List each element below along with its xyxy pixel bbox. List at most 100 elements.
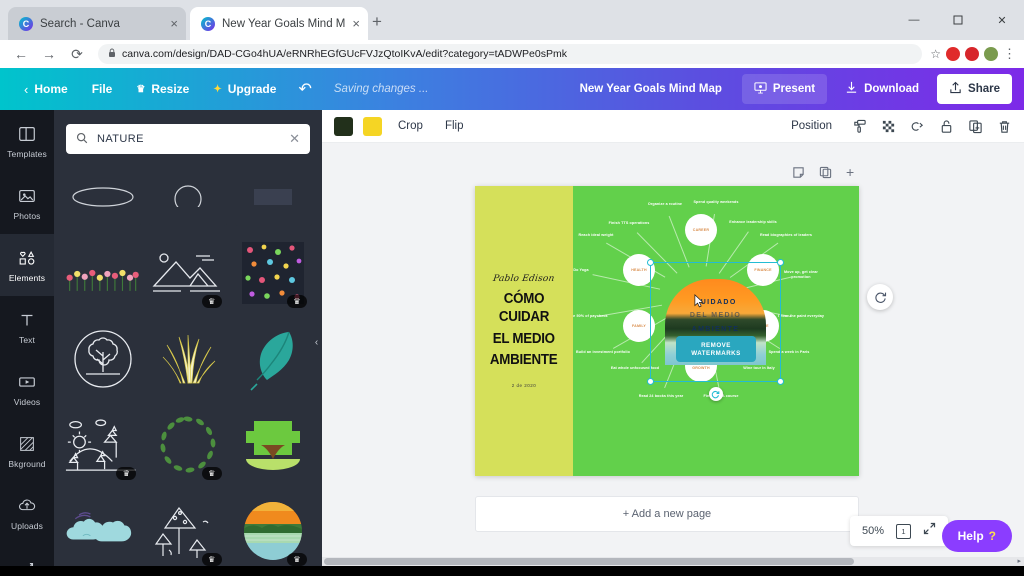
file-menu-button[interactable]: File [80, 76, 125, 102]
lock-icon[interactable] [939, 119, 954, 134]
resize-handle-top-right[interactable] [777, 259, 784, 266]
duplicate-icon[interactable] [968, 119, 983, 134]
minimize-button[interactable]: — [892, 0, 936, 40]
help-button[interactable]: Help ? [941, 520, 1012, 552]
resize-handle-bottom-left[interactable] [647, 378, 654, 385]
trash-icon[interactable] [997, 119, 1012, 134]
element-results-grid[interactable]: ♛ ♛ ♛ ♛ ♛ ♛ [54, 162, 322, 576]
scrollbar-thumb[interactable] [324, 558, 854, 565]
mindmap-leaf-label[interactable]: Read 24 books this year [634, 394, 688, 399]
maximize-button[interactable] [936, 0, 980, 40]
horizontal-scrollbar[interactable]: ▸ [322, 557, 1024, 566]
element-thumb-landscape-line[interactable]: ♛ [64, 406, 141, 484]
expand-icon[interactable] [923, 522, 936, 540]
screen-bottom-bar [0, 566, 1024, 576]
topbar-right-group: New Year Goals Mind Map Present Download… [580, 74, 1012, 104]
home-button[interactable]: ‹ Home [12, 76, 80, 103]
element-thumb-blue-clouds[interactable] [64, 492, 141, 570]
mindmap-leaf-label[interactable]: Build an investment portfolio [576, 350, 630, 355]
search-input[interactable]: NATURE ✕ [66, 124, 310, 154]
resize-handle-bottom-right[interactable] [777, 378, 784, 385]
transparency-icon[interactable] [881, 119, 896, 134]
element-thumb-teal-leaf[interactable] [235, 320, 312, 398]
bookmark-star-icon[interactable]: ☆ [930, 47, 941, 61]
extension-icon-1[interactable] [946, 47, 960, 61]
download-button[interactable]: Download [833, 74, 931, 104]
page-indicator[interactable]: 1 [896, 523, 911, 539]
close-window-button[interactable]: ✕ [980, 0, 1024, 40]
zoom-level[interactable]: 50% [862, 525, 884, 537]
browser-menu-icon[interactable]: ⋮ [1003, 46, 1016, 62]
sidebar-item-templates[interactable]: Templates [0, 110, 54, 172]
mindmap-leaf-label[interactable]: Do Yoga [573, 268, 608, 273]
mindmap-leaf-label[interactable]: Save 50% of paycheck [573, 314, 614, 319]
notes-icon[interactable] [792, 166, 805, 184]
duplicate-page-icon[interactable] [819, 166, 832, 184]
back-icon[interactable]: ← [8, 42, 34, 66]
resize-button[interactable]: ♛ Resize [124, 76, 201, 102]
sidebar-item-background[interactable]: Bkground [0, 420, 54, 482]
mindmap-leaf-label[interactable]: Organize a routine [638, 202, 692, 207]
rotate-handle[interactable] [708, 387, 723, 401]
element-thumb-floral-pattern[interactable]: ♛ [235, 234, 312, 312]
mindmap-node[interactable]: CAREER [685, 214, 717, 246]
sidebar-item-videos[interactable]: Videos [0, 358, 54, 420]
selection-bounding-box[interactable] [647, 259, 784, 401]
sidebar-item-text[interactable]: Text [0, 296, 54, 358]
clear-search-icon[interactable]: ✕ [289, 131, 300, 147]
element-thumb-leaf-wreath[interactable]: ♛ [149, 406, 226, 484]
element-thumb-mushroom-sketch[interactable]: ♛ [149, 492, 226, 570]
refresh-icon[interactable] [867, 284, 893, 310]
reload-icon[interactable]: ⟳ [64, 42, 90, 66]
sidebar-item-elements[interactable]: Elements [0, 234, 54, 296]
crop-button[interactable]: Crop [392, 116, 429, 136]
adblock-extension-icon[interactable] [965, 47, 979, 61]
resize-handle-top-left[interactable] [647, 259, 654, 266]
home-label: Home [34, 82, 68, 96]
upgrade-button[interactable]: ✦ Upgrade [201, 76, 288, 102]
address-bar[interactable]: canva.com/design/DAD-CGo4hUA/eRNRhEGfGUc… [98, 44, 923, 64]
element-thumb-mountain-line[interactable]: ♛ [149, 234, 226, 312]
mindmap-leaf-label[interactable]: I hour the paint everyday [774, 314, 828, 319]
browser-tab-1[interactable]: C Search - Canva × [8, 7, 186, 40]
present-button[interactable]: Present [741, 74, 828, 104]
flip-button[interactable]: Flip [439, 116, 470, 136]
tab-close-icon[interactable]: × [352, 17, 360, 30]
new-tab-button[interactable]: + [372, 13, 382, 30]
sidebar-item-photos[interactable]: Photos [0, 172, 54, 234]
share-button[interactable]: Share [937, 74, 1012, 104]
mindmap-leaf-label[interactable]: Reach ideal weight [573, 233, 623, 238]
mindmap-leaf-label[interactable]: Enhance leadership skills [726, 220, 780, 225]
color-swatch-secondary[interactable] [363, 116, 382, 136]
position-button[interactable]: Position [785, 116, 838, 136]
undo-button[interactable]: ↶ [288, 75, 321, 103]
scroll-right-arrow-icon[interactable]: ▸ [1017, 557, 1021, 565]
link-icon[interactable] [910, 119, 925, 134]
element-thumb[interactable] [149, 162, 227, 226]
element-thumb[interactable] [234, 162, 312, 226]
element-thumb-green-tree[interactable] [235, 406, 312, 484]
document-title[interactable]: New Year Goals Mind Map [580, 83, 722, 95]
canvas-script-text: Pablo Edison [492, 274, 556, 285]
mindmap-leaf-label[interactable]: Spend quality weekends [689, 200, 743, 205]
profile-avatar[interactable] [984, 47, 998, 61]
element-thumb-tree-badge[interactable] [64, 320, 141, 398]
canvas-title-panel[interactable]: Pablo Edison CÓMO CUIDAR EL MEDIO AMBIEN… [475, 186, 573, 476]
element-thumb-flower-row[interactable] [64, 234, 141, 312]
forward-icon[interactable]: → [36, 42, 62, 66]
color-swatch-primary[interactable] [334, 116, 353, 136]
mindmap-leaf-label[interactable]: Finish TTS operations [602, 221, 656, 226]
browser-tab-2[interactable]: C New Year Goals Mind Map - Pre × [190, 7, 368, 40]
element-thumb[interactable] [64, 162, 142, 226]
add-page-icon[interactable]: + [846, 165, 854, 184]
element-thumb-sunset-lake[interactable]: ♛ [235, 492, 312, 570]
canvas-mindmap[interactable]: Organize a routine Spend quality weekends… [573, 186, 859, 476]
design-canvas[interactable]: Pablo Edison CÓMO CUIDAR EL MEDIO AMBIEN… [475, 186, 859, 476]
element-thumb-grass[interactable] [149, 320, 226, 398]
mindmap-leaf-label[interactable]: Move up, get clear promotion [774, 270, 828, 280]
tab-close-icon[interactable]: × [170, 17, 178, 30]
paint-roller-icon[interactable] [852, 119, 867, 134]
sidebar-item-uploads[interactable]: Uploads [0, 482, 54, 544]
mindmap-leaf-label[interactable]: Read biographies of leaders [759, 233, 813, 238]
add-new-page-button[interactable]: + Add a new page [475, 496, 859, 532]
